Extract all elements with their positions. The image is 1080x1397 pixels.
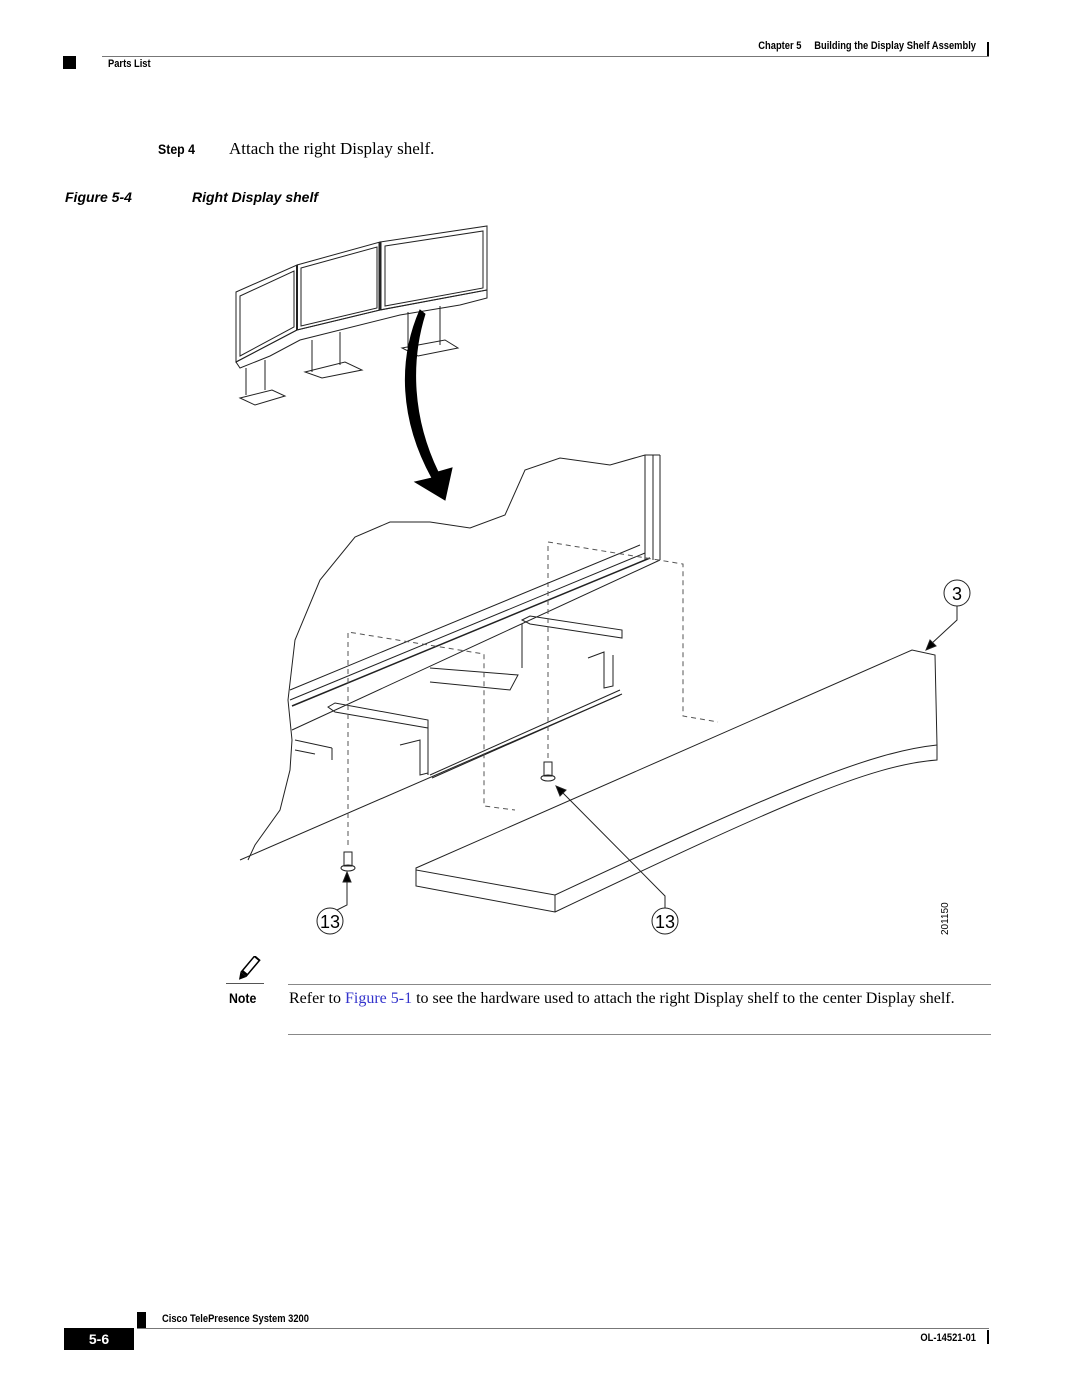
footer-marker (137, 1312, 146, 1328)
footer-rule (137, 1328, 989, 1329)
note-rule-bottom (288, 1034, 991, 1035)
screw-right (540, 761, 556, 782)
screw-left (340, 851, 356, 872)
art-id: 201150 (940, 902, 951, 935)
header-vertical-bar (987, 42, 989, 56)
step-text: Attach the right Display shelf. (229, 139, 435, 158)
header-rule (102, 56, 989, 57)
callout-3: 3 (943, 579, 971, 607)
pencil-note-icon (239, 956, 261, 980)
note-icon-rule (226, 983, 264, 984)
note-text: Refer to Figure 5-1 to see the hardware … (289, 988, 989, 1009)
svg-text:13: 13 (655, 912, 675, 932)
header-section: Parts List (108, 58, 151, 70)
note-text-after: to see the hardware used to attach the r… (412, 990, 955, 1007)
document-number: OL-14521-01 (920, 1332, 976, 1344)
overview-display-assembly (235, 225, 488, 406)
right-display-shelf (415, 649, 938, 896)
figure-label: Figure 5-4 (65, 189, 132, 205)
figure-title: Right Display shelf (192, 189, 319, 205)
alignment-guides (347, 541, 719, 845)
footer-vertical-bar (987, 1330, 989, 1344)
header-chapter: Chapter 5 Building the Display Shelf Ass… (656, 40, 976, 52)
page-number: 5-6 (64, 1328, 134, 1350)
note-text-before: Refer to (289, 990, 345, 1007)
svg-text:13: 13 (320, 912, 340, 932)
footer-book-title: Cisco TelePresence System 3200 (162, 1313, 309, 1325)
figure-illustration: 13 13 3 201150 (235, 225, 971, 935)
curved-arrow-icon (404, 309, 453, 501)
chapter-title: Building the Display Shelf Assembly (814, 40, 976, 52)
step-label: Step 4 (158, 141, 195, 157)
callout-13-left: 13 (316, 907, 344, 935)
svg-text:3: 3 (952, 584, 962, 604)
chapter-label: Chapter 5 (758, 40, 802, 52)
figure-5-1-link[interactable]: Figure 5-1 (345, 990, 412, 1007)
note-label: Note (229, 990, 257, 1006)
header-section-marker (63, 56, 76, 69)
callout-13-right: 13 (651, 907, 679, 935)
display-detail-outline (247, 454, 660, 861)
note-rule-top (288, 984, 991, 985)
